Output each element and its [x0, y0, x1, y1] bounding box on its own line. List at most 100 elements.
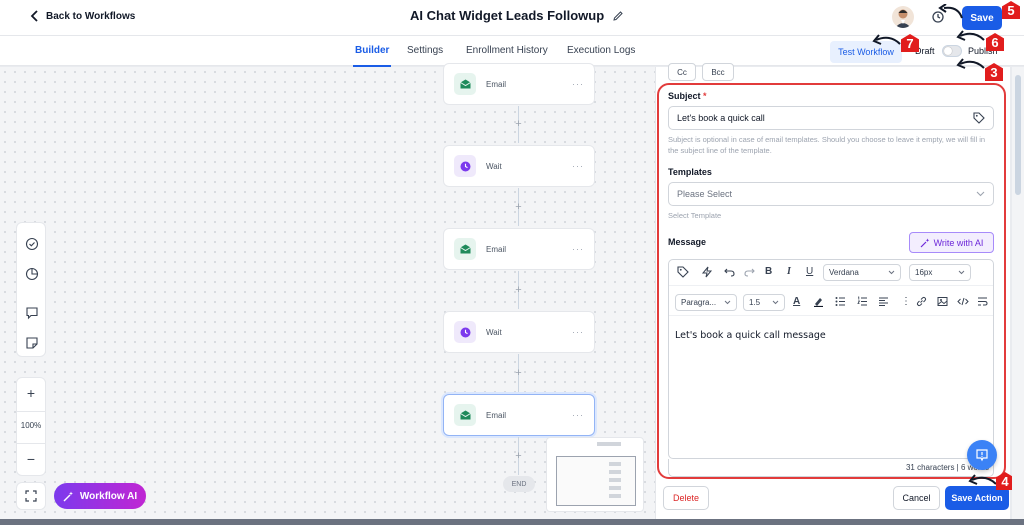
link-icon[interactable]: [916, 296, 927, 307]
node-label: Email: [486, 244, 507, 254]
add-step-icon[interactable]: +: [513, 368, 524, 379]
text-color-icon[interactable]: A: [793, 296, 800, 307]
comment-icon[interactable]: [25, 306, 39, 320]
workflow-node-email[interactable]: Email ···: [443, 228, 595, 270]
workflow-ai-button[interactable]: Workflow AI: [54, 483, 146, 509]
font-family-select[interactable]: Verdana: [823, 264, 901, 281]
scrollbar-thumb[interactable]: [1015, 75, 1021, 195]
annotation-arrow: [956, 58, 985, 69]
node-label: Email: [486, 79, 507, 89]
annotation-arrow: [938, 4, 963, 19]
workflow-node-wait[interactable]: Wait ···: [443, 311, 595, 353]
image-icon[interactable]: [937, 296, 948, 307]
tab-settings[interactable]: Settings: [407, 45, 443, 56]
write-with-ai-button[interactable]: Write with AI: [909, 232, 994, 253]
templates-help-text: Select Template: [668, 211, 722, 220]
code-icon[interactable]: [957, 296, 969, 307]
workflow-node-email-selected[interactable]: Email ···: [443, 394, 595, 436]
more-options-icon[interactable]: ···: [572, 410, 584, 420]
avatar[interactable]: [892, 6, 914, 28]
lightning-icon[interactable]: [701, 266, 713, 278]
line-height-select[interactable]: 1.5: [743, 294, 785, 311]
message-body-text[interactable]: Let's book a quick call message: [675, 330, 826, 341]
more-vertical-icon[interactable]: ⋮: [901, 296, 911, 307]
email-icon: [454, 73, 476, 95]
redo-icon[interactable]: [744, 266, 755, 277]
bcc-label: Bcc: [711, 67, 725, 77]
editor-toolbar-row-2: Paragra... 1.5 A ⋮: [669, 290, 993, 316]
divider: [17, 443, 45, 444]
add-step-icon[interactable]: +: [513, 202, 524, 213]
cc-button[interactable]: Cc: [668, 63, 696, 81]
workflow-node-wait[interactable]: Wait ···: [443, 145, 595, 187]
clock-icon: [454, 321, 476, 343]
more-options-icon[interactable]: ···: [572, 161, 584, 171]
node-label: Wait: [486, 161, 502, 171]
add-step-icon[interactable]: +: [513, 451, 524, 462]
font-size-select[interactable]: 16px: [909, 264, 971, 281]
more-options-icon[interactable]: ···: [572, 79, 584, 89]
minimap[interactable]: [546, 437, 644, 512]
bold-icon[interactable]: B: [765, 266, 772, 277]
save-button[interactable]: Save: [962, 6, 1002, 30]
underline-icon[interactable]: U: [806, 266, 813, 277]
workflow-title: AI Chat Widget Leads Followup: [410, 8, 624, 23]
align-left-icon[interactable]: [878, 296, 889, 307]
workflow-node-email[interactable]: Email ···: [443, 63, 595, 105]
font-size-value: 16px: [915, 268, 933, 277]
check-circle-icon[interactable]: [25, 237, 39, 251]
cancel-button[interactable]: Cancel: [893, 486, 940, 510]
tag-icon[interactable]: [677, 266, 689, 278]
window-bottom-edge: [0, 519, 1024, 525]
chevron-down-icon: [888, 270, 895, 275]
subject-input[interactable]: Let's book a quick call: [668, 106, 994, 130]
publish-toggle[interactable]: [942, 45, 962, 57]
more-options-icon[interactable]: ···: [572, 244, 584, 254]
tab-enrollment-history[interactable]: Enrollment History: [466, 45, 548, 56]
zoom-in-button[interactable]: +: [17, 385, 45, 401]
highlighter-icon[interactable]: [813, 296, 824, 307]
chat-icon: [976, 449, 988, 462]
text-wrap-icon[interactable]: [977, 296, 988, 307]
zoom-out-button[interactable]: −: [17, 451, 45, 467]
tab-builder[interactable]: Builder: [352, 45, 392, 67]
bcc-button[interactable]: Bcc: [702, 63, 734, 81]
node-label: Wait: [486, 327, 502, 337]
delete-button[interactable]: Delete: [663, 486, 709, 510]
sticky-note-icon[interactable]: [25, 336, 39, 350]
tab-execution-logs[interactable]: Execution Logs: [567, 45, 635, 56]
canvas-toolbox: [16, 222, 46, 357]
italic-icon[interactable]: I: [787, 266, 791, 277]
test-workflow-label: Test Workflow: [838, 47, 894, 57]
subject-label-text: Subject: [668, 91, 701, 101]
pie-chart-icon[interactable]: [25, 267, 39, 281]
email-icon: [454, 404, 476, 426]
minimap-node: [609, 486, 621, 490]
line-height-value: 1.5: [749, 298, 761, 307]
templates-select[interactable]: Please Select: [668, 182, 994, 206]
add-step-icon[interactable]: +: [513, 119, 524, 130]
minimap-node: [597, 442, 621, 446]
top-bar: Back to Workflows AI Chat Widget Leads F…: [0, 0, 1024, 36]
fit-view-button[interactable]: [16, 482, 46, 510]
chevron-down-icon: [958, 270, 965, 275]
magic-wand-icon: [63, 491, 73, 501]
required-mark: *: [703, 91, 707, 101]
bullet-list-icon[interactable]: [835, 296, 846, 307]
add-step-icon[interactable]: +: [513, 285, 524, 296]
undo-icon[interactable]: [724, 266, 735, 277]
more-options-icon[interactable]: ···: [572, 327, 584, 337]
panel-scrollbar[interactable]: [1012, 67, 1024, 519]
email-icon: [454, 238, 476, 260]
pencil-icon[interactable]: [612, 10, 624, 22]
chevron-left-icon: [30, 10, 38, 22]
message-editor[interactable]: B I U Verdana 16px Paragra... 1.5 A ⋮ Le…: [668, 259, 994, 459]
numbered-list-icon[interactable]: [857, 296, 868, 307]
templates-placeholder: Please Select: [677, 189, 733, 199]
tag-icon[interactable]: [973, 112, 985, 124]
user-avatar-icon: [895, 9, 911, 28]
write-with-ai-label: Write with AI: [933, 237, 984, 248]
paragraph-select[interactable]: Paragra...: [675, 294, 737, 311]
back-to-workflows-link[interactable]: Back to Workflows: [30, 10, 135, 22]
chat-widget-button[interactable]: [967, 440, 997, 470]
